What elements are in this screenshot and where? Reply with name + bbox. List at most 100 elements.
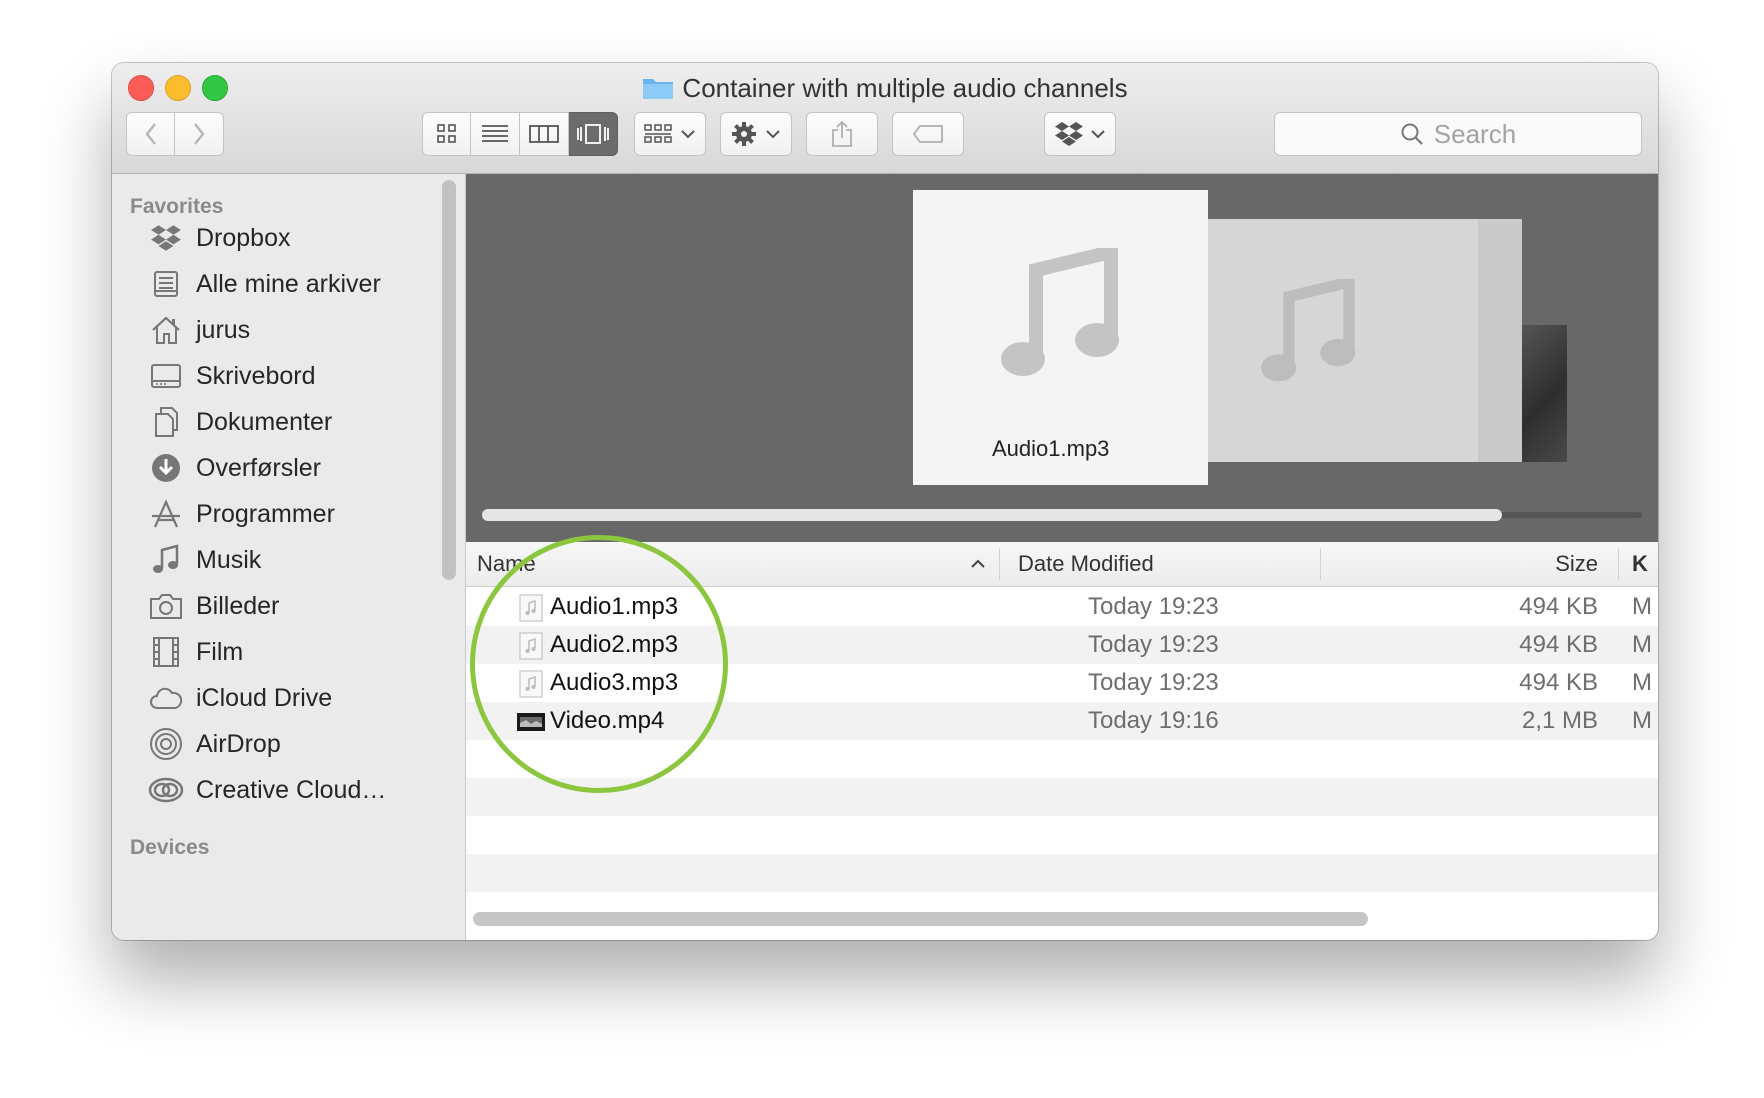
column-header-kind[interactable]: K	[1632, 542, 1648, 586]
file-size: 494 KB	[1519, 593, 1598, 620]
file-date: Today 19:23	[1088, 593, 1219, 620]
coverflow-view-button[interactable]	[569, 112, 618, 156]
sidebar-item-downloads[interactable]: Overførsler	[148, 448, 321, 488]
dropbox-button[interactable]	[1044, 112, 1116, 156]
favorites-heading: Favorites	[130, 195, 224, 218]
view-mode-control	[422, 112, 618, 156]
list-horizontal-scrollbar[interactable]	[473, 912, 1368, 926]
column-view-button[interactable]	[520, 112, 569, 156]
camera-icon	[148, 588, 184, 624]
table-row[interactable]: Audio3.mp3 Today 19:23 494 KB M	[466, 664, 1658, 702]
arrange-icon	[644, 124, 672, 143]
cover-item[interactable]	[1208, 219, 1478, 462]
sidebar-item-airdrop[interactable]: AirDrop	[148, 724, 281, 764]
sidebar-item-label: Programmer	[196, 499, 335, 528]
back-button[interactable]	[126, 112, 175, 156]
downloads-icon	[148, 450, 184, 486]
music-note-icon	[1261, 279, 1356, 382]
applications-icon	[148, 496, 184, 532]
dropbox-icon	[148, 220, 184, 256]
cover-item-edge	[1478, 219, 1522, 462]
action-button[interactable]	[720, 112, 792, 156]
coverflow-scrollbar[interactable]	[482, 509, 1502, 521]
sidebar-item-label: Dokumenter	[196, 407, 333, 436]
sidebar-item-all-files[interactable]: Alle mine arkiver	[148, 264, 381, 304]
icon-view-button[interactable]	[422, 112, 471, 156]
video-thumbnail[interactable]	[1522, 325, 1567, 462]
creative-cloud-icon	[148, 772, 184, 808]
sidebar-item-label: Alle mine arkiver	[196, 269, 381, 298]
sidebar-item-applications[interactable]: Programmer	[148, 494, 335, 534]
column-header-date[interactable]: Date Modified	[1018, 542, 1154, 586]
list-header: Name Date Modified Size K	[466, 542, 1658, 587]
empty-row	[466, 778, 1658, 816]
sidebar-item-home[interactable]: jurus	[148, 310, 250, 350]
sidebar-item-documents[interactable]: Dokumenter	[148, 402, 332, 442]
cover-item-selected[interactable]: Audio1.mp3	[913, 190, 1208, 485]
column-header-size[interactable]: Size	[1555, 542, 1598, 586]
file-kind: M	[1632, 593, 1652, 620]
search-field[interactable]: Search	[1274, 112, 1642, 156]
file-size: 494 KB	[1519, 669, 1598, 696]
sidebar-item-pictures[interactable]: Billeder	[148, 586, 279, 626]
file-size: 2,1 MB	[1521, 707, 1598, 734]
sidebar-scrollbar[interactable]	[442, 180, 456, 580]
tag-button[interactable]	[892, 112, 964, 156]
list-view-button[interactable]	[471, 112, 520, 156]
file-date: Today 19:23	[1088, 631, 1219, 658]
sidebar-item-icloud[interactable]: iCloud Drive	[148, 678, 332, 718]
sidebar-item-label: Dropbox	[196, 223, 291, 252]
empty-row	[466, 854, 1658, 892]
sidebar-item-creative-cloud[interactable]: Creative Cloud…	[148, 770, 386, 810]
sidebar-item-movies[interactable]: Film	[148, 632, 243, 672]
title-toolbar: Container with multiple audio channels S…	[112, 63, 1658, 174]
sidebar-item-music[interactable]: Musik	[148, 540, 261, 580]
list-icon	[482, 125, 508, 142]
audio-file-icon	[519, 670, 543, 698]
devices-heading: Devices	[130, 836, 210, 859]
file-list: Name Date Modified Size K Audio1.mp3 Tod…	[466, 542, 1658, 940]
table-row[interactable]: Video.mp4 Today 19:16 2,1 MB M	[466, 702, 1658, 740]
all-files-icon	[148, 266, 184, 302]
file-kind: M	[1632, 707, 1652, 734]
audio-file-icon	[519, 594, 543, 622]
film-icon	[148, 634, 184, 670]
column-header-name[interactable]: Name	[477, 542, 536, 586]
columns-icon	[529, 125, 559, 143]
sidebar-item-label: Billeder	[196, 591, 280, 620]
sort-ascending-icon[interactable]	[970, 558, 986, 570]
home-icon	[148, 312, 184, 348]
airdrop-icon	[148, 726, 184, 762]
empty-row	[466, 740, 1658, 778]
grid-icon	[436, 124, 456, 143]
file-date: Today 19:16	[1088, 707, 1219, 734]
table-row[interactable]: Audio1.mp3 Today 19:23 494 KB M	[466, 588, 1658, 626]
dropbox-icon	[1055, 122, 1083, 146]
coverflow-icon	[577, 124, 609, 144]
arrange-button[interactable]	[634, 112, 706, 156]
sidebar-item-dropbox[interactable]: Dropbox	[148, 218, 291, 258]
audio-file-icon	[519, 632, 543, 660]
music-note-icon	[1000, 248, 1119, 376]
chevron-left-icon	[144, 123, 156, 145]
share-button[interactable]	[806, 112, 878, 156]
column-divider[interactable]	[1618, 548, 1619, 580]
nav-buttons	[126, 112, 224, 156]
table-row[interactable]: Audio2.mp3 Today 19:23 494 KB M	[466, 626, 1658, 664]
file-name: Audio3.mp3	[550, 669, 679, 696]
chevron-down-icon	[766, 130, 780, 139]
sidebar-item-label: Skrivebord	[196, 361, 316, 390]
window-title-text: Container with multiple audio channels	[682, 73, 1128, 103]
column-divider[interactable]	[1320, 548, 1321, 580]
search-icon	[1401, 123, 1423, 145]
sidebar-item-label: iCloud Drive	[196, 683, 333, 712]
music-icon	[148, 542, 184, 578]
column-divider[interactable]	[999, 548, 1000, 580]
chevron-down-icon	[1091, 130, 1105, 139]
sidebar-item-label: AirDrop	[196, 729, 281, 758]
share-icon	[832, 120, 852, 147]
finder-window: Container with multiple audio channels S…	[112, 63, 1658, 940]
folder-icon	[643, 79, 674, 99]
sidebar-item-desktop[interactable]: Skrivebord	[148, 356, 316, 396]
forward-button[interactable]	[175, 112, 224, 156]
